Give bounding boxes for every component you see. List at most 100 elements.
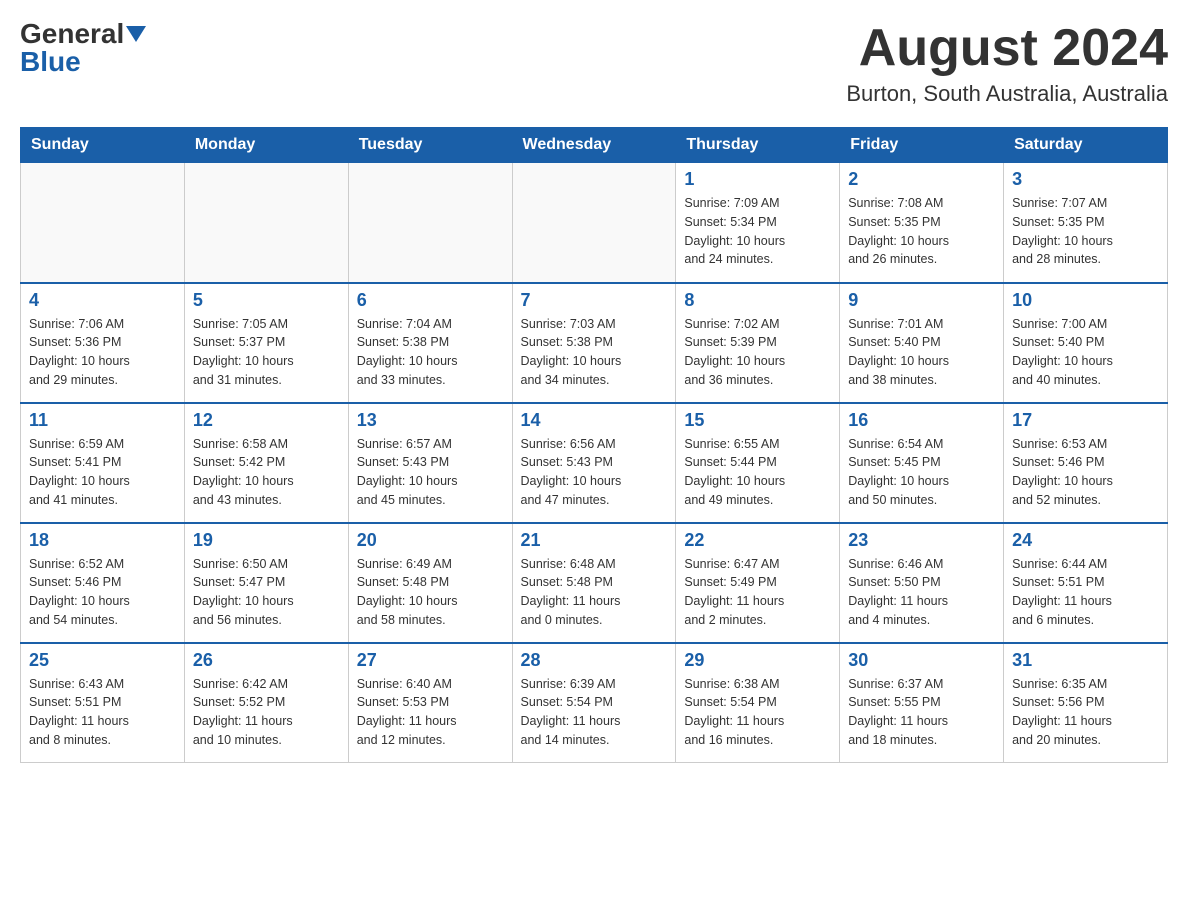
day-number: 31 xyxy=(1012,650,1159,671)
logo: General Blue xyxy=(20,20,146,76)
calendar-day-cell xyxy=(21,163,185,283)
calendar-day-cell: 25 Sunrise: 6:43 AM Sunset: 5:51 PM Dayli… xyxy=(21,643,185,763)
calendar-day-cell: 28 Sunrise: 6:39 AM Sunset: 5:54 PM Dayli… xyxy=(512,643,676,763)
calendar-week-row: 1 Sunrise: 7:09 AM Sunset: 5:34 PM Daylig… xyxy=(21,163,1168,283)
calendar-day-cell: 6 Sunrise: 7:04 AM Sunset: 5:38 PM Daylig… xyxy=(348,283,512,403)
day-info: Sunrise: 6:47 AM Sunset: 5:49 PM Dayligh… xyxy=(684,555,831,630)
weekday-header-wednesday: Wednesday xyxy=(512,128,676,163)
calendar-day-cell: 3 Sunrise: 7:07 AM Sunset: 5:35 PM Daylig… xyxy=(1004,163,1168,283)
calendar-day-cell: 19Sunrise: 6:50 AM Sunset: 5:47 PM Dayli… xyxy=(184,523,348,643)
day-number: 29 xyxy=(684,650,831,671)
calendar-day-cell: 30Sunrise: 6:37 AM Sunset: 5:55 PM Dayli… xyxy=(840,643,1004,763)
day-info: Sunrise: 7:07 AM Sunset: 5:35 PM Dayligh… xyxy=(1012,194,1159,269)
day-info: Sunrise: 7:01 AM Sunset: 5:40 PM Dayligh… xyxy=(848,315,995,390)
day-number: 6 xyxy=(357,290,504,311)
day-info: Sunrise: 6:55 AM Sunset: 5:44 PM Dayligh… xyxy=(684,435,831,510)
calendar-day-cell: 18 Sunrise: 6:52 AM Sunset: 5:46 PM Dayli… xyxy=(21,523,185,643)
day-number: 2 xyxy=(848,169,995,190)
day-info: Sunrise: 7:02 AM Sunset: 5:39 PM Dayligh… xyxy=(684,315,831,390)
calendar-day-cell xyxy=(512,163,676,283)
day-number: 16 xyxy=(848,410,995,431)
day-info: Sunrise: 6:52 AM Sunset: 5:46 PM Dayligh… xyxy=(29,555,176,630)
title-area: August 2024 Burton, South Australia, Aus… xyxy=(846,20,1168,107)
day-info: Sunrise: 6:38 AM Sunset: 5:54 PM Dayligh… xyxy=(684,675,831,750)
day-number: 21 xyxy=(521,530,668,551)
calendar-day-cell xyxy=(184,163,348,283)
calendar-day-cell: 11 Sunrise: 6:59 AM Sunset: 5:41 PM Dayli… xyxy=(21,403,185,523)
day-info: Sunrise: 7:05 AM Sunset: 5:37 PM Dayligh… xyxy=(193,315,340,390)
calendar-day-cell: 24Sunrise: 6:44 AM Sunset: 5:51 PM Dayli… xyxy=(1004,523,1168,643)
day-info: Sunrise: 7:03 AM Sunset: 5:38 PM Dayligh… xyxy=(521,315,668,390)
calendar-day-cell: 1 Sunrise: 7:09 AM Sunset: 5:34 PM Daylig… xyxy=(676,163,840,283)
day-info: Sunrise: 7:00 AM Sunset: 5:40 PM Dayligh… xyxy=(1012,315,1159,390)
calendar-day-cell: 17 Sunrise: 6:53 AM Sunset: 5:46 PM Dayli… xyxy=(1004,403,1168,523)
day-number: 24 xyxy=(1012,530,1159,551)
day-number: 7 xyxy=(521,290,668,311)
day-info: Sunrise: 7:08 AM Sunset: 5:35 PM Dayligh… xyxy=(848,194,995,269)
calendar-day-cell: 7 Sunrise: 7:03 AM Sunset: 5:38 PM Daylig… xyxy=(512,283,676,403)
day-number: 1 xyxy=(684,169,831,190)
logo-triangle-icon xyxy=(126,26,146,42)
day-info: Sunrise: 6:49 AM Sunset: 5:48 PM Dayligh… xyxy=(357,555,504,630)
day-info: Sunrise: 6:59 AM Sunset: 5:41 PM Dayligh… xyxy=(29,435,176,510)
calendar-day-cell: 20 Sunrise: 6:49 AM Sunset: 5:48 PM Dayli… xyxy=(348,523,512,643)
day-number: 23 xyxy=(848,530,995,551)
day-number: 28 xyxy=(521,650,668,671)
day-info: Sunrise: 6:43 AM Sunset: 5:51 PM Dayligh… xyxy=(29,675,176,750)
calendar-day-cell: 4 Sunrise: 7:06 AM Sunset: 5:36 PM Daylig… xyxy=(21,283,185,403)
calendar-day-cell: 23 Sunrise: 6:46 AM Sunset: 5:50 PM Dayli… xyxy=(840,523,1004,643)
calendar-day-cell: 27Sunrise: 6:40 AM Sunset: 5:53 PM Dayli… xyxy=(348,643,512,763)
day-number: 10 xyxy=(1012,290,1159,311)
day-info: Sunrise: 6:37 AM Sunset: 5:55 PM Dayligh… xyxy=(848,675,995,750)
calendar-day-cell: 8Sunrise: 7:02 AM Sunset: 5:39 PM Daylig… xyxy=(676,283,840,403)
day-number: 22 xyxy=(684,530,831,551)
day-info: Sunrise: 6:53 AM Sunset: 5:46 PM Dayligh… xyxy=(1012,435,1159,510)
day-number: 4 xyxy=(29,290,176,311)
day-info: Sunrise: 6:57 AM Sunset: 5:43 PM Dayligh… xyxy=(357,435,504,510)
day-info: Sunrise: 6:35 AM Sunset: 5:56 PM Dayligh… xyxy=(1012,675,1159,750)
weekday-header-saturday: Saturday xyxy=(1004,128,1168,163)
day-number: 15 xyxy=(684,410,831,431)
day-info: Sunrise: 6:39 AM Sunset: 5:54 PM Dayligh… xyxy=(521,675,668,750)
logo-blue-text: Blue xyxy=(20,46,81,77)
day-info: Sunrise: 6:46 AM Sunset: 5:50 PM Dayligh… xyxy=(848,555,995,630)
day-info: Sunrise: 6:40 AM Sunset: 5:53 PM Dayligh… xyxy=(357,675,504,750)
calendar-day-cell: 22 Sunrise: 6:47 AM Sunset: 5:49 PM Dayli… xyxy=(676,523,840,643)
day-number: 13 xyxy=(357,410,504,431)
weekday-header-thursday: Thursday xyxy=(676,128,840,163)
day-number: 25 xyxy=(29,650,176,671)
calendar-day-cell: 2 Sunrise: 7:08 AM Sunset: 5:35 PM Daylig… xyxy=(840,163,1004,283)
day-info: Sunrise: 7:06 AM Sunset: 5:36 PM Dayligh… xyxy=(29,315,176,390)
day-info: Sunrise: 6:54 AM Sunset: 5:45 PM Dayligh… xyxy=(848,435,995,510)
calendar-day-cell: 13 Sunrise: 6:57 AM Sunset: 5:43 PM Dayli… xyxy=(348,403,512,523)
day-info: Sunrise: 7:04 AM Sunset: 5:38 PM Dayligh… xyxy=(357,315,504,390)
month-title: August 2024 xyxy=(846,20,1168,77)
calendar-day-cell: 9Sunrise: 7:01 AM Sunset: 5:40 PM Daylig… xyxy=(840,283,1004,403)
day-info: Sunrise: 6:58 AM Sunset: 5:42 PM Dayligh… xyxy=(193,435,340,510)
logo-general-text: General xyxy=(20,20,124,48)
day-number: 12 xyxy=(193,410,340,431)
calendar-day-cell: 14Sunrise: 6:56 AM Sunset: 5:43 PM Dayli… xyxy=(512,403,676,523)
weekday-header-tuesday: Tuesday xyxy=(348,128,512,163)
calendar-day-cell: 16 Sunrise: 6:54 AM Sunset: 5:45 PM Dayli… xyxy=(840,403,1004,523)
calendar-day-cell: 15 Sunrise: 6:55 AM Sunset: 5:44 PM Dayli… xyxy=(676,403,840,523)
day-info: Sunrise: 6:48 AM Sunset: 5:48 PM Dayligh… xyxy=(521,555,668,630)
calendar-day-cell: 26Sunrise: 6:42 AM Sunset: 5:52 PM Dayli… xyxy=(184,643,348,763)
calendar-day-cell: 21 Sunrise: 6:48 AM Sunset: 5:48 PM Dayli… xyxy=(512,523,676,643)
day-info: Sunrise: 6:42 AM Sunset: 5:52 PM Dayligh… xyxy=(193,675,340,750)
weekday-header-friday: Friday xyxy=(840,128,1004,163)
calendar-table: SundayMondayTuesdayWednesdayThursdayFrid… xyxy=(20,127,1168,763)
day-number: 18 xyxy=(29,530,176,551)
day-number: 11 xyxy=(29,410,176,431)
calendar-day-cell: 10 Sunrise: 7:00 AM Sunset: 5:40 PM Dayli… xyxy=(1004,283,1168,403)
calendar-week-row: 11 Sunrise: 6:59 AM Sunset: 5:41 PM Dayli… xyxy=(21,403,1168,523)
day-number: 20 xyxy=(357,530,504,551)
calendar-week-row: 25 Sunrise: 6:43 AM Sunset: 5:51 PM Dayli… xyxy=(21,643,1168,763)
day-info: Sunrise: 7:09 AM Sunset: 5:34 PM Dayligh… xyxy=(684,194,831,269)
calendar-day-cell: 29 Sunrise: 6:38 AM Sunset: 5:54 PM Dayli… xyxy=(676,643,840,763)
day-number: 14 xyxy=(521,410,668,431)
day-number: 17 xyxy=(1012,410,1159,431)
weekday-header-sunday: Sunday xyxy=(21,128,185,163)
weekday-header-monday: Monday xyxy=(184,128,348,163)
day-number: 3 xyxy=(1012,169,1159,190)
